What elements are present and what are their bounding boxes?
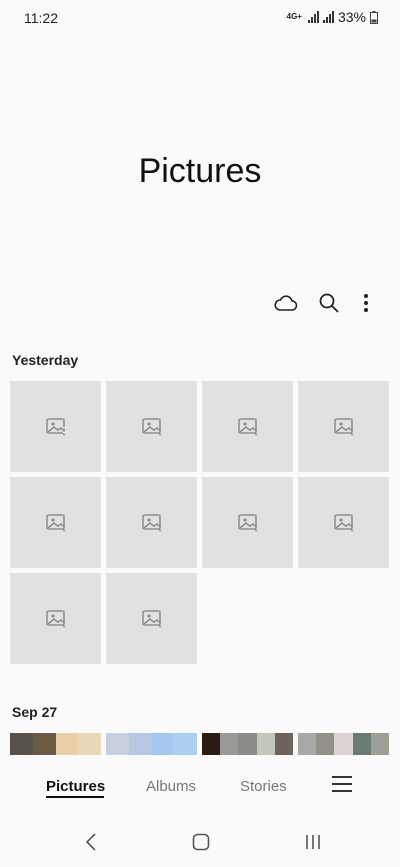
photo-thumbnail[interactable]	[202, 477, 293, 568]
thumbnail-color-block	[220, 733, 239, 755]
image-placeholder-icon	[45, 417, 65, 435]
cloud-icon[interactable]	[272, 289, 300, 317]
signal-icon-2	[322, 11, 334, 23]
status-bar: 11:22 4G+ 33%	[0, 0, 400, 36]
tab-stories[interactable]: Stories	[240, 778, 287, 795]
photo-thumbnail[interactable]	[10, 381, 101, 472]
image-placeholder-icon	[333, 417, 353, 435]
thumbnail-color-block	[128, 733, 152, 755]
thumbnail-color-block	[334, 733, 353, 755]
image-placeholder-icon	[45, 609, 65, 627]
photo-thumbnail[interactable]	[298, 381, 389, 472]
network-type: 4G+	[286, 12, 302, 21]
photo-thumbnail[interactable]	[106, 573, 197, 664]
image-placeholder-icon	[141, 609, 161, 627]
thumbnail-color-block	[78, 733, 101, 755]
thumbnail-color-block	[32, 733, 56, 755]
image-placeholder-icon	[333, 513, 353, 531]
image-placeholder-icon	[141, 513, 161, 531]
thumbnail-color-block	[316, 733, 335, 755]
tab-albums[interactable]: Albums	[146, 778, 196, 795]
thumbnail-color-block	[202, 733, 221, 755]
thumbnail-color-block	[274, 733, 293, 755]
active-tab-indicator	[46, 796, 104, 798]
battery-percent: 33%	[337, 9, 366, 25]
photo-strip-sep-27	[10, 733, 390, 755]
back-icon[interactable]	[76, 830, 106, 854]
bottom-tab-bar: Pictures Albums Stories	[0, 758, 400, 818]
search-icon[interactable]	[315, 289, 343, 317]
thumbnail-color-block	[10, 733, 33, 755]
thumbnail-color-block	[55, 733, 79, 755]
photo-thumbnail[interactable]	[202, 733, 293, 755]
home-icon[interactable]	[186, 830, 216, 854]
page-title: Pictures	[138, 152, 262, 190]
system-nav-bar	[0, 818, 400, 867]
image-placeholder-icon	[237, 417, 257, 435]
photo-thumbnail[interactable]	[10, 733, 101, 755]
tab-pictures[interactable]: Pictures	[46, 778, 105, 795]
photo-thumbnail[interactable]	[298, 733, 389, 755]
photo-thumbnail[interactable]	[106, 733, 197, 755]
battery-icon	[370, 10, 378, 24]
image-placeholder-icon	[141, 417, 161, 435]
status-time: 11:22	[24, 10, 58, 26]
image-placeholder-icon	[237, 513, 257, 531]
signal-icon	[307, 11, 319, 23]
photo-thumbnail[interactable]	[106, 477, 197, 568]
thumbnail-color-block	[174, 733, 197, 755]
image-placeholder-icon	[45, 513, 65, 531]
section-title-yesterday: Yesterday	[12, 352, 79, 368]
thumbnail-color-block	[106, 733, 129, 755]
photo-thumbnail[interactable]	[10, 477, 101, 568]
section-title-sep-27: Sep 27	[12, 704, 58, 720]
thumbnail-color-block	[256, 733, 275, 755]
thumbnail-color-block	[238, 733, 257, 755]
photo-thumbnail[interactable]	[106, 381, 197, 472]
thumbnail-color-block	[370, 733, 389, 755]
more-options-icon[interactable]	[352, 289, 380, 317]
photo-grid-yesterday	[10, 381, 390, 664]
thumbnail-color-block	[352, 733, 371, 755]
photo-thumbnail[interactable]	[10, 573, 101, 664]
photo-thumbnail[interactable]	[202, 381, 293, 472]
menu-icon[interactable]	[332, 776, 352, 794]
photo-thumbnail[interactable]	[298, 477, 389, 568]
status-indicators: 4G+ 33%	[287, 9, 378, 25]
thumbnail-color-block	[298, 733, 317, 755]
recent-apps-icon[interactable]	[298, 830, 328, 854]
thumbnail-color-block	[151, 733, 175, 755]
